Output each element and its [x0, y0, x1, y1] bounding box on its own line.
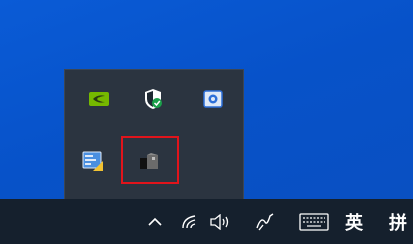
touch-keyboard-icon[interactable]	[296, 199, 332, 244]
security-shield-icon[interactable]	[133, 82, 173, 116]
display-settings-icon[interactable]	[73, 144, 113, 178]
volume-icon[interactable]	[205, 199, 235, 244]
ime-mode-indicator[interactable]: 拼	[384, 199, 412, 244]
camera-app-icon[interactable]	[193, 82, 233, 116]
highlight-box	[121, 136, 179, 184]
pen-workspace-icon[interactable]	[252, 199, 278, 244]
show-hidden-icons-button[interactable]	[140, 199, 170, 244]
chevron-up-icon	[148, 217, 162, 226]
wifi-icon[interactable]	[177, 199, 205, 244]
taskbar: 英 拼	[0, 199, 413, 244]
nvidia-icon[interactable]	[79, 82, 119, 116]
ime-language-indicator[interactable]: 英	[340, 199, 368, 244]
